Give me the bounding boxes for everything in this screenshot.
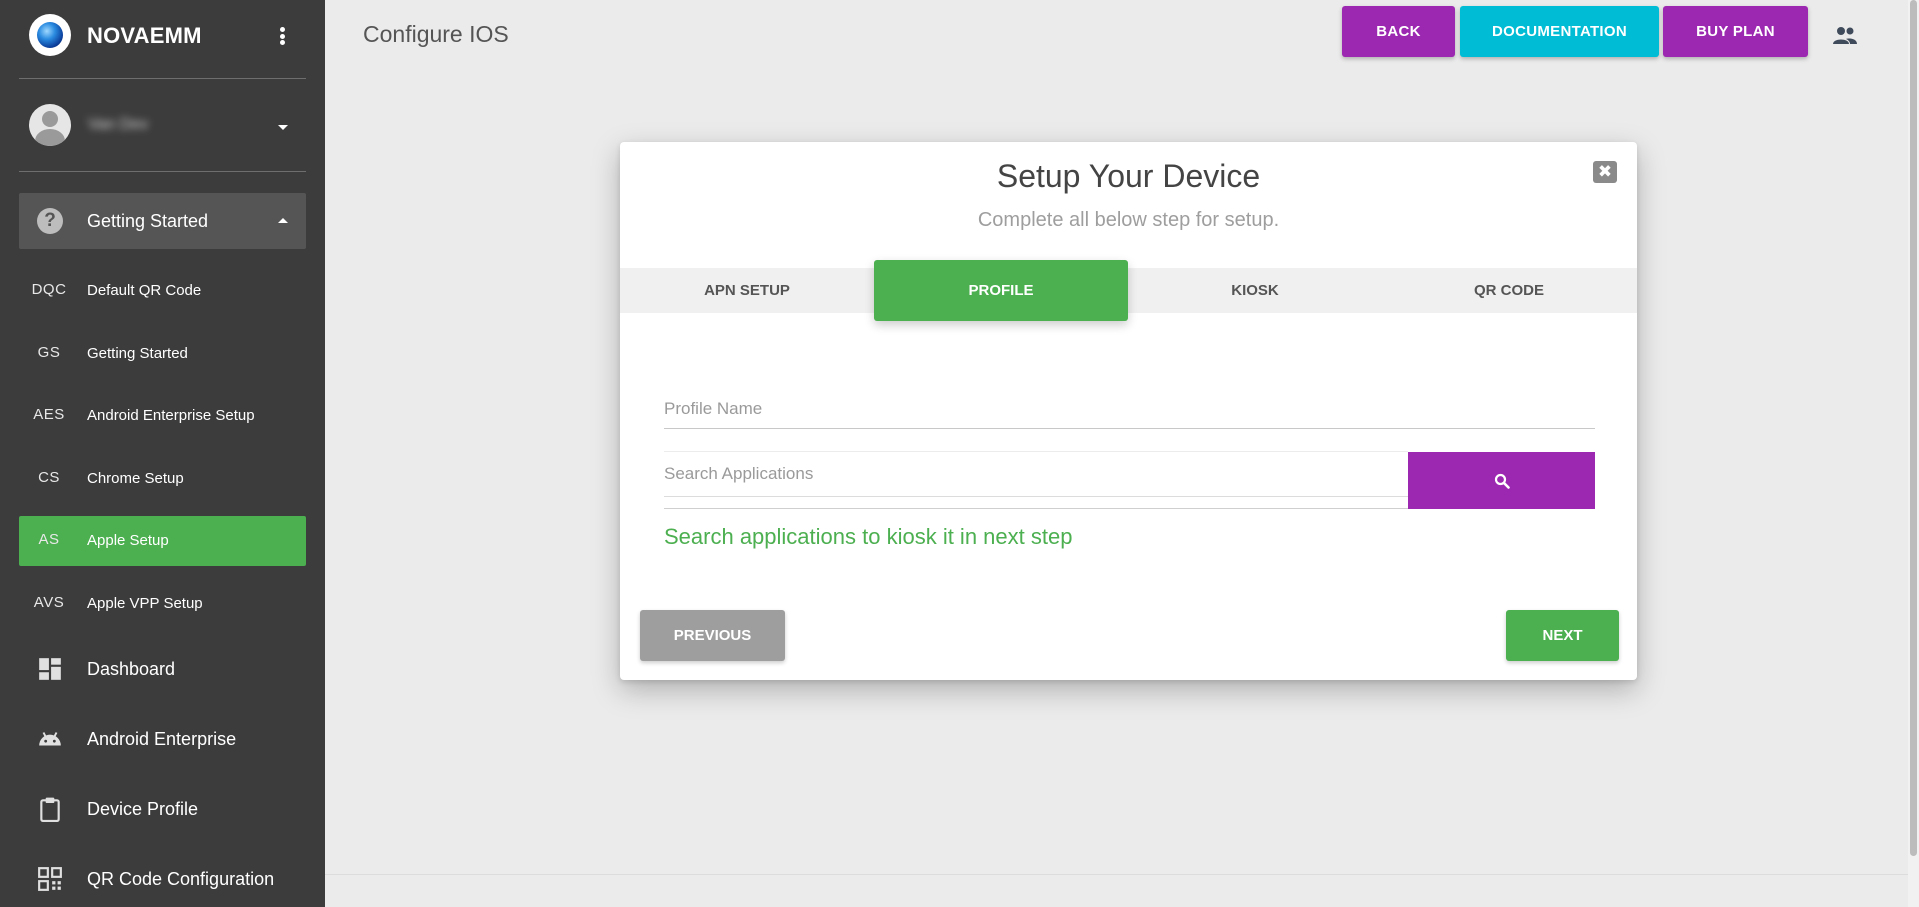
sidebar-item-dashboard[interactable]: Dashboard — [19, 640, 306, 700]
sidebar-item-label: Apple Setup — [87, 532, 169, 549]
people-icon[interactable] — [1831, 24, 1859, 46]
sidebar: NOVAEMM Van Dev ? Getting Started DQC De… — [0, 0, 325, 907]
tab-profile[interactable]: PROFILE — [874, 260, 1128, 321]
dialog-title: Setup Your Device — [996, 158, 1261, 194]
divider — [19, 78, 306, 79]
avatar — [29, 104, 71, 146]
search-underline — [664, 508, 1408, 509]
dashboard-icon — [39, 658, 61, 680]
user-name: Van Dev — [88, 116, 149, 133]
tab-apn-setup[interactable]: APN SETUP — [620, 268, 874, 313]
footer-divider — [325, 874, 1908, 875]
sidebar-group-label: Getting Started — [87, 211, 209, 231]
globe-logo-icon — [29, 14, 71, 56]
tab-kiosk[interactable]: KIOSK — [1128, 268, 1382, 313]
sidebar-item-device-profile[interactable]: Device Profile — [19, 780, 306, 840]
sidebar-item-qr-code-configuration[interactable]: QR Code Configuration — [19, 850, 306, 907]
user-profile-toggle[interactable]: Van Dev — [0, 96, 325, 156]
sidebar-item-apple-vpp-setup[interactable]: AVS Apple VPP Setup — [19, 579, 306, 629]
buy-plan-button[interactable]: BUY PLAN — [1663, 6, 1808, 57]
sidebar-item-label: Default QR Code — [87, 282, 202, 299]
qr-code-icon — [38, 867, 62, 891]
application-search — [664, 451, 1595, 509]
page-title: Configure IOS — [363, 21, 509, 47]
sidebar-item-default-qr-code[interactable]: DQC Default QR Code — [19, 266, 306, 316]
android-icon — [39, 732, 61, 746]
chevron-down-icon — [278, 125, 288, 130]
search-applications-input[interactable] — [664, 451, 1408, 497]
sidebar-item-apple-setup[interactable]: AS Apple Setup — [19, 516, 306, 566]
search-hint: Search applications to kiosk it in next … — [664, 524, 1073, 549]
sidebar-item-abbr: CS — [38, 469, 60, 486]
sidebar-item-android-enterprise-setup[interactable]: AES Android Enterprise Setup — [19, 391, 306, 441]
sidebar-item-label: Android Enterprise — [87, 729, 237, 749]
more-vert-icon[interactable] — [276, 24, 288, 48]
sidebar-item-label: Apple VPP Setup — [87, 595, 203, 612]
divider — [19, 171, 306, 172]
previous-button[interactable]: PREVIOUS — [640, 610, 785, 661]
sidebar-item-android-enterprise[interactable]: Android Enterprise — [19, 710, 306, 770]
profile-name-input[interactable] — [664, 389, 1595, 429]
setup-device-dialog: ✖ Setup Your Device Complete all below s… — [620, 142, 1637, 680]
sidebar-item-label: Dashboard — [87, 659, 176, 679]
setup-steps-tabs: APN SETUP PROFILE KIOSK QR CODE — [620, 260, 1637, 321]
brand-header: NOVAEMM — [0, 0, 325, 79]
sidebar-item-chrome-setup[interactable]: CS Chrome Setup — [19, 454, 306, 504]
clipboard-icon — [40, 797, 60, 822]
search-button[interactable] — [1408, 452, 1595, 509]
page-scrollbar[interactable] — [1908, 0, 1919, 907]
tab-qr-code[interactable]: QR CODE — [1382, 268, 1636, 313]
sidebar-item-abbr: AES — [33, 406, 65, 423]
brand-name: NOVAEMM — [87, 23, 202, 48]
sidebar-item-label: Device Profile — [87, 799, 199, 819]
sidebar-item-getting-started[interactable]: GS Getting Started — [19, 329, 306, 379]
sidebar-item-abbr: AVS — [33, 594, 65, 611]
sidebar-item-abbr: AS — [38, 531, 60, 548]
sidebar-item-label: Getting Started — [87, 345, 188, 362]
scrollbar-thumb[interactable] — [1910, 0, 1917, 856]
sidebar-item-label: Android Enterprise Setup — [87, 407, 255, 424]
sidebar-item-label: Chrome Setup — [87, 470, 184, 487]
dialog-subtitle: Complete all below step for setup. — [977, 209, 1280, 231]
back-button[interactable]: BACK — [1342, 6, 1455, 57]
help-circle-icon: ? — [37, 208, 63, 234]
documentation-button[interactable]: DOCUMENTATION — [1460, 6, 1659, 57]
sidebar-item-label: QR Code Configuration — [87, 869, 275, 889]
sidebar-item-abbr: GS — [37, 344, 61, 361]
search-icon — [1494, 473, 1510, 489]
next-button[interactable]: NEXT — [1506, 610, 1619, 661]
chevron-up-icon — [278, 218, 288, 223]
sidebar-group-getting-started[interactable]: ? Getting Started — [19, 193, 306, 249]
sidebar-item-abbr: DQC — [31, 281, 67, 298]
